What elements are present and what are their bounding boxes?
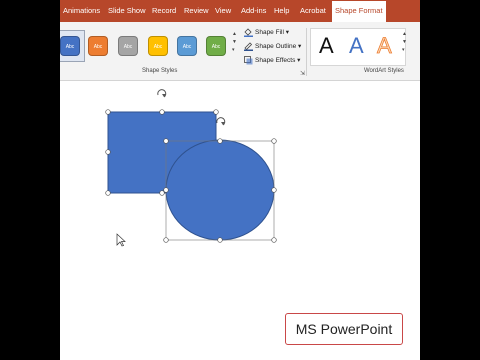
powerpoint-window: Animations Slide Show Record Review View… [60, 0, 420, 360]
slide-shapes [105, 89, 277, 247]
mouse-cursor-icon [116, 233, 126, 247]
rotate-handle-icon[interactable] [157, 89, 167, 98]
ms-powerpoint-badge: MS PowerPoint [285, 313, 403, 345]
circle-shape[interactable] [165, 139, 275, 241]
circle-rotate-handle-icon[interactable] [216, 117, 226, 126]
